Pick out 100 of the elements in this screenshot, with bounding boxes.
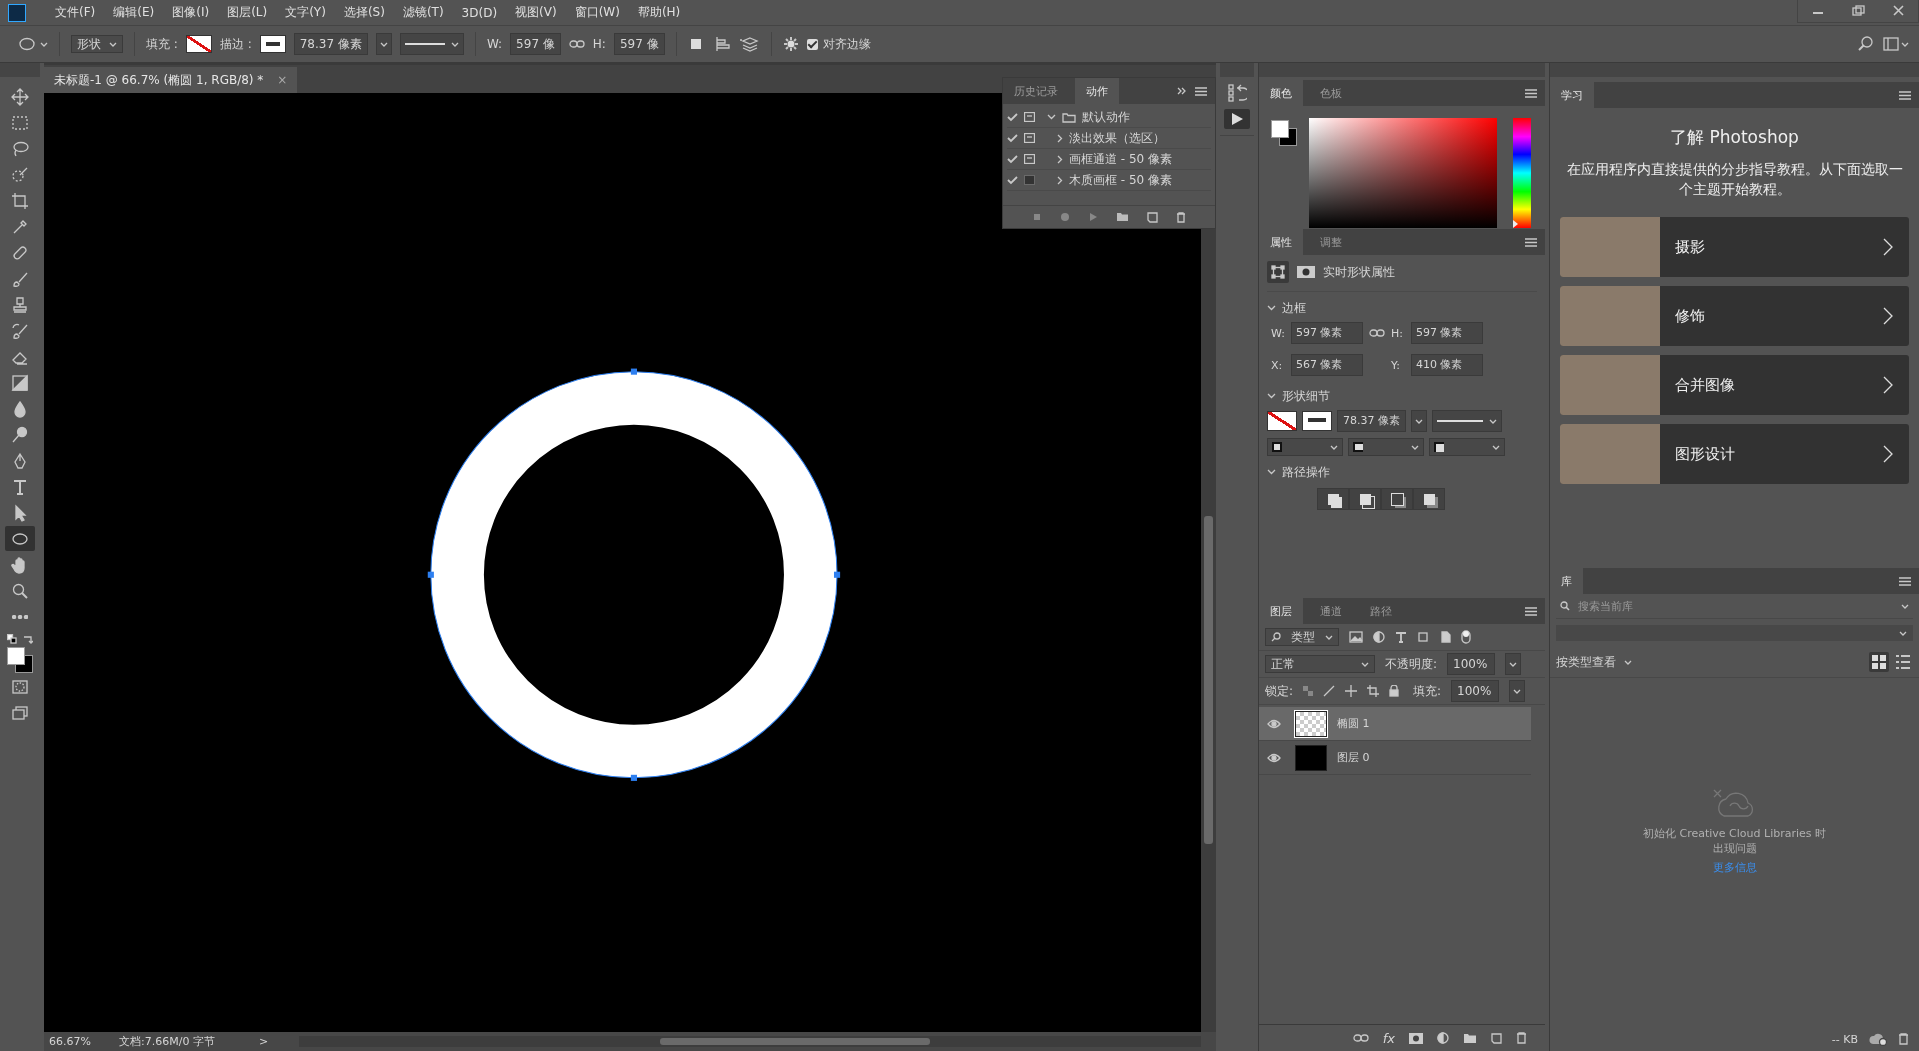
stroke-type-dropdown[interactable]: [399, 33, 464, 55]
expand-icon[interactable]: [1177, 87, 1187, 95]
layer-name[interactable]: 椭圆 1: [1337, 716, 1370, 731]
layer-row[interactable]: 图层 0: [1259, 741, 1531, 775]
subtract-shape-button[interactable]: [1349, 488, 1381, 510]
stroke-type-dropdown[interactable]: [1432, 410, 1502, 432]
opacity-dropdown[interactable]: [1505, 653, 1522, 675]
panel-tab[interactable]: 历史记录: [1003, 78, 1069, 104]
panel-menu-icon[interactable]: [1525, 237, 1537, 247]
menu-item[interactable]: 文件(F): [46, 4, 105, 21]
foreground-background-colors[interactable]: [1269, 118, 1299, 148]
tutorial-card[interactable]: 合并图像: [1560, 355, 1909, 415]
stroke-swatch[interactable]: [1302, 411, 1332, 431]
layer-name[interactable]: 图层 0: [1337, 750, 1370, 765]
default-colors-icon[interactable]: [7, 634, 17, 644]
action-name[interactable]: 木质画框 - 50 像素: [1069, 171, 1173, 189]
dialog-toggle[interactable]: [1024, 175, 1035, 185]
zoom-level[interactable]: 66.67%: [49, 1035, 99, 1048]
menu-item[interactable]: 3D(D): [452, 5, 507, 20]
menu-item[interactable]: 选择(S): [334, 4, 394, 21]
menu-item[interactable]: 窗口(W): [565, 4, 629, 21]
stroke-align-dropdown[interactable]: [1267, 438, 1343, 456]
image-filter-icon[interactable]: [1349, 631, 1363, 643]
checkmark-icon[interactable]: [1007, 112, 1018, 122]
adjustment-icon[interactable]: [1437, 1032, 1449, 1044]
align-edges-checkbox[interactable]: 对齐边缘: [806, 35, 871, 53]
type-filter-icon[interactable]: [1395, 631, 1407, 643]
stroke-width-field[interactable]: 78.37 像素: [293, 33, 368, 55]
stroke-width-field[interactable]: 78.37 像素: [1337, 410, 1406, 432]
filter-toggle-icon[interactable]: [1461, 630, 1471, 644]
menu-item[interactable]: 帮助(H): [628, 4, 690, 21]
new-item-icon[interactable]: [1147, 211, 1158, 223]
menu-item[interactable]: 文字(Y): [276, 4, 335, 21]
panel-tab[interactable]: 颜色: [1259, 80, 1303, 106]
mask-icon[interactable]: [1297, 265, 1315, 279]
hue-slider[interactable]: [1513, 118, 1531, 228]
panel-tab[interactable]: 调整: [1309, 229, 1353, 255]
new-layer-icon[interactable]: [1491, 1032, 1502, 1044]
lock-brush-icon[interactable]: [1323, 685, 1336, 697]
close-tab-button[interactable]: ×: [277, 73, 288, 87]
caret-right-icon[interactable]: [1057, 133, 1063, 143]
caret-down-icon[interactable]: [1267, 393, 1276, 399]
color-field[interactable]: [1309, 118, 1497, 228]
checkmark-icon[interactable]: [1007, 154, 1018, 164]
menu-item[interactable]: 图像(I): [163, 4, 219, 21]
panel-menu-icon[interactable]: [1899, 90, 1911, 100]
path-alignment-icon[interactable]: [713, 36, 732, 52]
y-position-field[interactable]: 410 像素: [1411, 354, 1483, 376]
cloud-sync-icon[interactable]: [1868, 1032, 1888, 1046]
trash-icon[interactable]: [1176, 211, 1186, 223]
dialog-toggle-icon[interactable]: [1024, 112, 1035, 122]
shape-mode-dropdown[interactable]: 形状: [71, 35, 123, 53]
link-icon[interactable]: [1352, 1033, 1369, 1043]
folder-icon[interactable]: [1116, 212, 1129, 222]
tutorial-card[interactable]: 图形设计: [1560, 424, 1909, 484]
stroke-swatch[interactable]: [259, 35, 286, 53]
caret-icon[interactable]: [1901, 603, 1909, 609]
foreground-background-colors[interactable]: [5, 645, 35, 673]
adjustment-filter-icon[interactable]: [1373, 631, 1385, 643]
checkmark-icon[interactable]: [1007, 175, 1018, 185]
layer-filter-dropdown[interactable]: 类型: [1265, 628, 1339, 646]
panel-menu-icon[interactable]: [1525, 88, 1537, 98]
view-by-type-dropdown[interactable]: 按类型查看: [1556, 653, 1632, 671]
exclude-overlap-button[interactable]: [1413, 488, 1445, 510]
opacity-field[interactable]: 100%: [1447, 653, 1496, 675]
x-position-field[interactable]: 567 像素: [1291, 354, 1363, 376]
status-menu-arrow[interactable]: >: [259, 1035, 279, 1048]
tool-preset-picker[interactable]: [18, 37, 48, 51]
dialog-toggle-icon[interactable]: [1024, 133, 1035, 143]
layer-style-button[interactable]: fx: [1382, 1030, 1395, 1046]
stroke-width-dropdown[interactable]: [1411, 410, 1427, 432]
caret-down-icon[interactable]: [1047, 114, 1056, 120]
lock-position-icon[interactable]: [1345, 685, 1358, 697]
width-field[interactable]: 597 像素: [1291, 322, 1363, 344]
mask-icon[interactable]: [1409, 1032, 1423, 1044]
path-arrangement-icon[interactable]: [739, 36, 760, 52]
trash-icon[interactable]: [1516, 1032, 1527, 1044]
eye-icon[interactable]: [1267, 718, 1281, 729]
dialog-toggle-icon[interactable]: [1024, 154, 1035, 164]
caret-right-icon[interactable]: [1057, 175, 1063, 185]
caret-down-icon[interactable]: [1267, 305, 1276, 311]
action-name[interactable]: 画框通道 - 50 像素: [1069, 150, 1173, 168]
trash-icon[interactable]: [1898, 1033, 1909, 1045]
checkmark-icon[interactable]: [1007, 133, 1018, 143]
panel-menu-icon[interactable]: [1899, 576, 1911, 586]
blend-mode-dropdown[interactable]: 正常: [1265, 655, 1375, 673]
horizontal-scrollbar[interactable]: [299, 1036, 1201, 1047]
workspace-icon[interactable]: [1883, 36, 1909, 52]
no-fill-swatch[interactable]: [1267, 411, 1297, 431]
height-field[interactable]: 597 像: [613, 33, 665, 55]
link-icon[interactable]: [1369, 328, 1385, 338]
shape-filter-icon[interactable]: [1417, 631, 1429, 643]
panel-tab[interactable]: 学习: [1550, 82, 1594, 108]
fill-dropdown[interactable]: [1509, 680, 1526, 702]
ellipse-tool-button[interactable]: [5, 526, 35, 551]
link-icon[interactable]: [568, 39, 585, 49]
no-fill-swatch[interactable]: [185, 35, 212, 53]
panel-tab[interactable]: 图层: [1259, 598, 1303, 624]
height-field[interactable]: 597 像素: [1411, 322, 1483, 344]
smart-object-filter-icon[interactable]: [1439, 631, 1451, 643]
